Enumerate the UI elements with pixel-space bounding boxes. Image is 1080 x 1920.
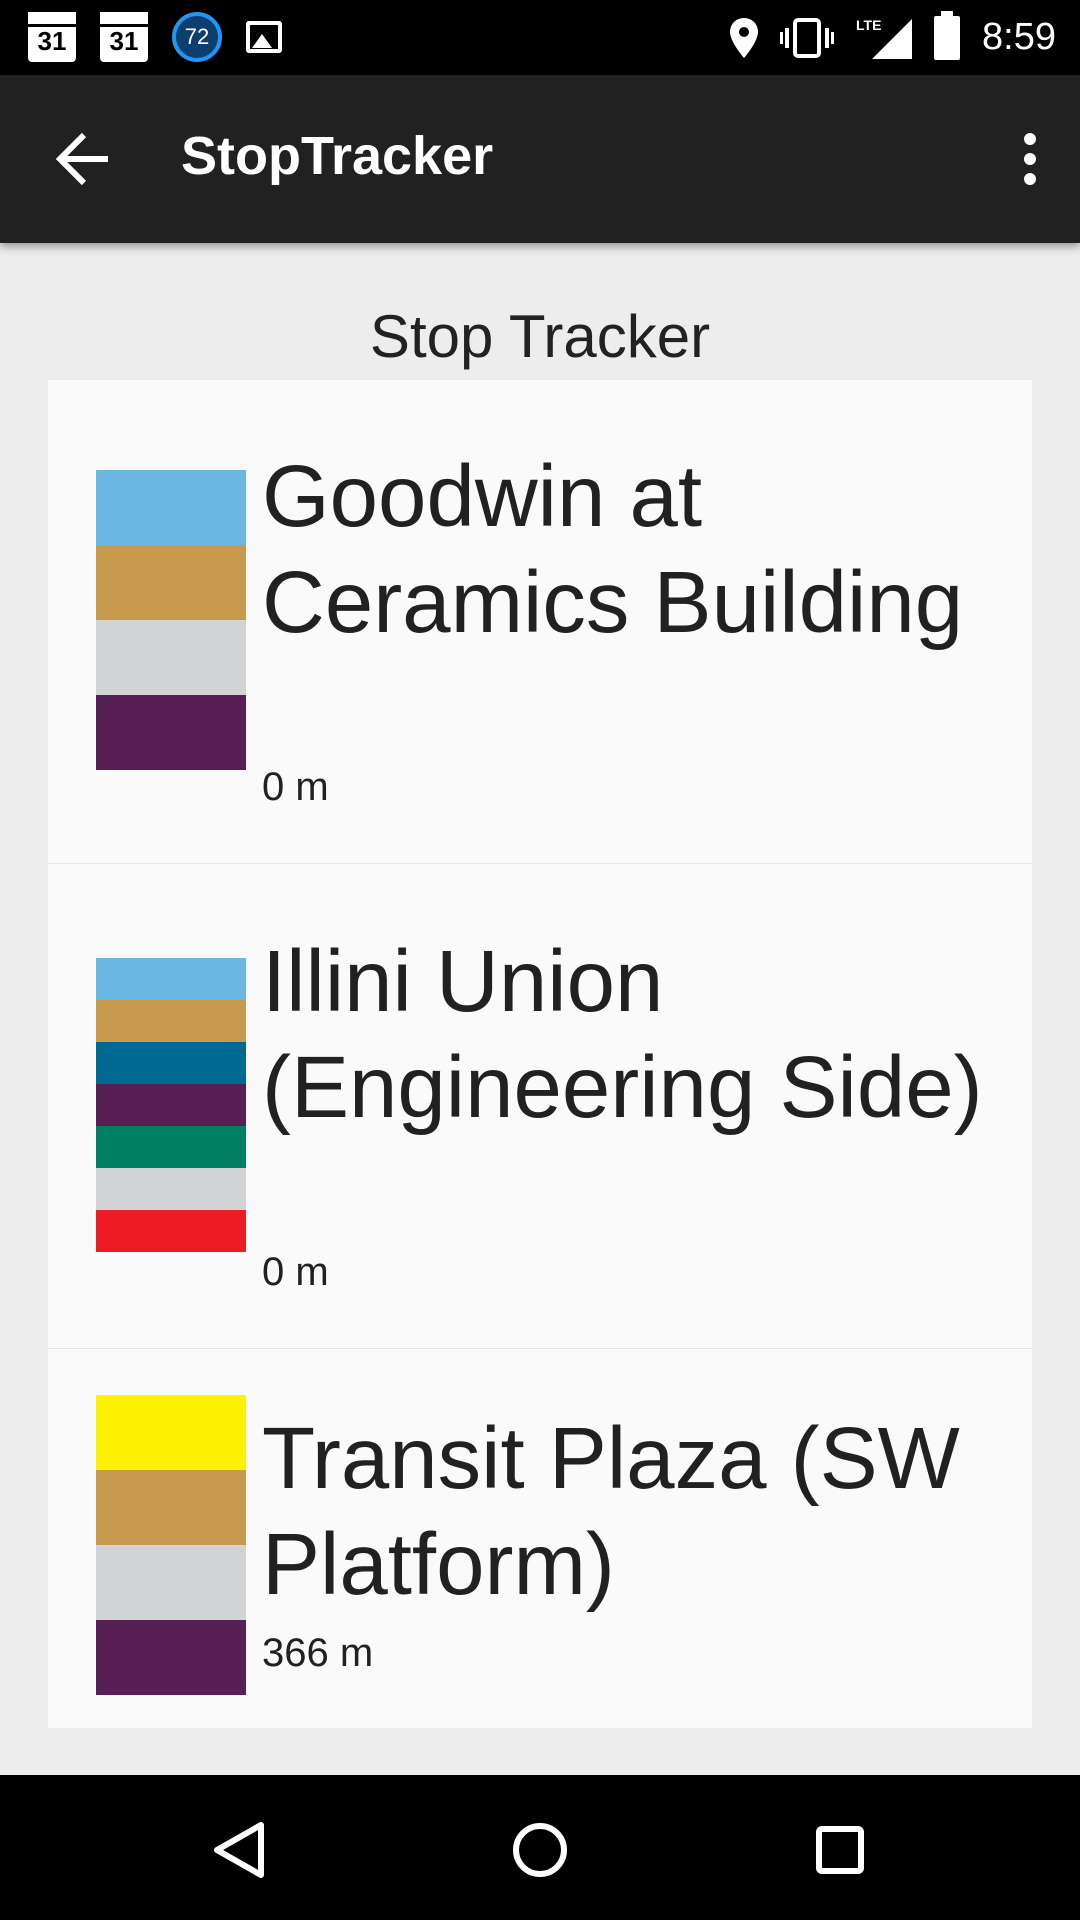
route-color [96, 958, 246, 1000]
calendar-icon: 31 [28, 12, 76, 62]
more-vert-icon [1000, 119, 1060, 185]
battery-icon [934, 10, 961, 60]
stop-name: Illini Union (Engineering Side) [262, 933, 983, 1136]
nav-home-button[interactable] [495, 1805, 585, 1895]
route-color [96, 1126, 246, 1168]
route-color-bar [96, 470, 246, 770]
route-color [96, 470, 246, 545]
route-color [96, 620, 246, 695]
calendar-icon: 31 [100, 12, 148, 62]
vibrate-icon [780, 17, 835, 58]
route-color [96, 1000, 246, 1042]
stop-distance: 0 m [262, 1250, 329, 1294]
arrow-back-icon [55, 132, 108, 186]
stop-distance: 366 m [262, 1631, 374, 1675]
screen: 31 31 72 LTE 8:59 StopTracker Stop Track… [0, 0, 1080, 1920]
route-color [96, 545, 246, 620]
stop-name: Transit Plaza (SW Platform) [262, 1410, 960, 1613]
overflow-menu-button[interactable] [1000, 119, 1060, 199]
nav-back-button[interactable] [195, 1805, 285, 1895]
route-color [96, 1168, 246, 1210]
route-color [96, 1620, 246, 1695]
route-color [96, 1395, 246, 1470]
navigation-bar [0, 1775, 1080, 1920]
stop-item[interactable]: Illini Union (Engineering Side) 0 m [48, 865, 1032, 1349]
location-icon [730, 17, 759, 58]
page-title: Stop Tracker [369, 303, 711, 370]
stops-list: Goodwin at Ceramics Building 0 m Illini … [48, 380, 1032, 1728]
signal-icon: LTE [856, 17, 913, 59]
nav-recents-button[interactable] [795, 1805, 885, 1895]
clock: 8:59 [982, 16, 1056, 58]
route-color-bar [96, 1395, 246, 1695]
route-color [96, 1210, 246, 1252]
route-color [96, 1042, 246, 1084]
image-icon [246, 21, 282, 53]
stop-item[interactable]: Transit Plaza (SW Platform) 366 m [48, 1349, 1032, 1728]
stop-item[interactable]: Goodwin at Ceramics Building 0 m [48, 380, 1032, 865]
nav-home-icon [513, 1823, 567, 1877]
nav-back-icon [214, 1822, 264, 1878]
divider [48, 863, 1032, 864]
route-color [96, 695, 246, 770]
nav-recents-icon [816, 1826, 864, 1874]
back-button[interactable] [44, 119, 124, 199]
stop-distance: 0 m [262, 765, 329, 809]
status-bar: 31 31 72 LTE 8:59 [0, 0, 1080, 75]
data-usage-icon: 72 [172, 12, 222, 62]
app-bar: StopTracker [0, 75, 1080, 243]
app-title: StopTracker [181, 126, 494, 186]
route-color-bar [96, 958, 246, 1252]
route-color [96, 1084, 246, 1126]
stop-name: Goodwin at Ceramics Building [262, 448, 964, 651]
route-color [96, 1545, 246, 1620]
route-color [96, 1470, 246, 1545]
